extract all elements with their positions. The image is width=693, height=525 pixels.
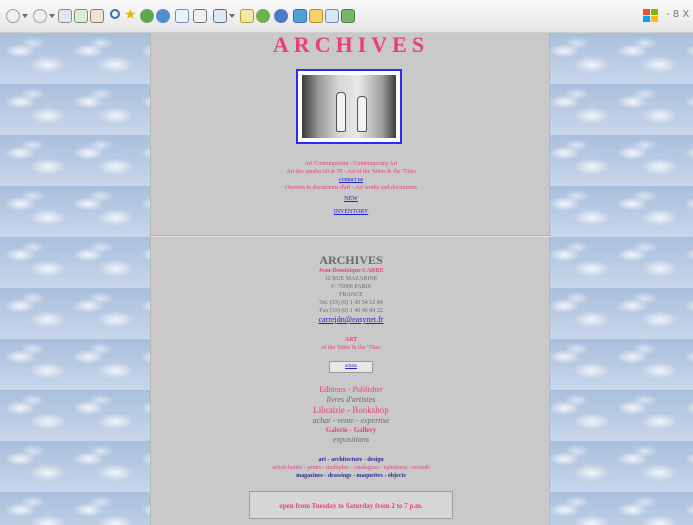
mail-icon[interactable] bbox=[175, 9, 189, 23]
contact-link-wrap: contact us bbox=[151, 176, 551, 184]
artwork-photo bbox=[302, 75, 396, 138]
forward-icon[interactable] bbox=[33, 9, 47, 23]
photo-link[interactable] bbox=[296, 69, 402, 144]
categories-line3: magazines - drawings - maquettes - objec… bbox=[296, 473, 406, 479]
browser-toolbar: ★ - 8 X bbox=[0, 0, 693, 33]
opening-hours: open from Tuesday to Saturday from 2 to … bbox=[249, 491, 453, 519]
inventory-link[interactable]: INVENTORY bbox=[334, 209, 369, 215]
home-icon[interactable] bbox=[90, 9, 104, 23]
section-divider-highlight bbox=[151, 236, 551, 237]
stop-icon[interactable] bbox=[58, 9, 72, 23]
windows-logo-icon bbox=[643, 9, 659, 23]
address-name: ARCHIVES bbox=[319, 253, 383, 267]
page-background: ARCHIVES Art Contemporain - Contemporary… bbox=[0, 32, 693, 525]
tool-icon[interactable] bbox=[293, 9, 307, 23]
address-tel: Tel. (33) (0) 1 43 54 12 84 bbox=[319, 300, 383, 306]
new-link-wrap: NEW bbox=[151, 195, 551, 203]
address-street: 12 RUE MAZARINE bbox=[324, 276, 378, 282]
back-icon[interactable] bbox=[6, 9, 20, 23]
editions-sub: livres d'artistes bbox=[326, 395, 376, 404]
user-icon[interactable] bbox=[341, 9, 355, 23]
window-controls[interactable]: - 8 X bbox=[666, 9, 689, 20]
site-title: ARCHIVES bbox=[272, 32, 430, 57]
categories-line2: artists books - prints - multiples - cat… bbox=[272, 465, 430, 471]
address-country: FRANCE bbox=[339, 292, 363, 298]
search-icon[interactable] bbox=[110, 9, 120, 19]
figure-right bbox=[357, 96, 367, 132]
email-link-wrap: carrejdn@easynet.fr bbox=[151, 315, 551, 325]
contact-link[interactable]: contact us bbox=[339, 177, 363, 183]
art-sub: of the '60ies & the '70ies bbox=[321, 345, 381, 351]
address-city: F- 75006 PARIS bbox=[331, 284, 371, 290]
history-icon[interactable] bbox=[156, 9, 170, 23]
galerie-sub: expositions bbox=[333, 435, 369, 444]
artists-link[interactable]: artists bbox=[345, 364, 357, 369]
new-link[interactable]: NEW bbox=[344, 196, 358, 202]
address-person: Jean-Dominique CARRE bbox=[318, 268, 384, 274]
messenger-icon[interactable] bbox=[256, 9, 270, 23]
media-icon[interactable] bbox=[140, 9, 154, 23]
editions-link[interactable]: Editions - Publisher bbox=[151, 385, 551, 395]
address-fax: Fax (33) (0) 1 40 46 84 22 bbox=[319, 308, 383, 314]
inventory-link-wrap: INVENTORY bbox=[151, 208, 551, 216]
copy-icon[interactable] bbox=[325, 9, 339, 23]
librairie-link[interactable]: Librairie - Bookshop bbox=[151, 405, 551, 416]
librairie-sub: achat - vente - expertise bbox=[312, 416, 390, 425]
refresh-icon[interactable] bbox=[74, 9, 88, 23]
categories-line1: art - architecture - design bbox=[318, 457, 384, 463]
edit-dropdown-icon[interactable] bbox=[229, 14, 235, 18]
intro-line1: Art Contemporain - Contemporary Art bbox=[304, 161, 398, 167]
figure-left bbox=[336, 92, 346, 132]
galerie-link[interactable]: Galerie - Gallery bbox=[151, 426, 551, 435]
intro-line3: Oeuvres et documents d'art - Art works a… bbox=[285, 185, 417, 191]
edit-icon[interactable] bbox=[213, 9, 227, 23]
forward-dropdown-icon[interactable] bbox=[49, 14, 55, 18]
artists-button[interactable]: artists bbox=[329, 361, 373, 373]
favorites-icon[interactable]: ★ bbox=[124, 9, 138, 23]
research-icon[interactable] bbox=[274, 9, 288, 23]
discuss-icon[interactable] bbox=[240, 9, 254, 23]
print-icon[interactable] bbox=[193, 9, 207, 23]
art-heading: ART bbox=[344, 337, 358, 343]
email-link[interactable]: carrejdn@easynet.fr bbox=[319, 315, 384, 324]
intro-line2: Art des années 60 et 70 - Art of the '60… bbox=[286, 169, 416, 175]
folder-icon[interactable] bbox=[309, 9, 323, 23]
back-dropdown-icon[interactable] bbox=[22, 14, 28, 18]
content-column: ARCHIVES Art Contemporain - Contemporary… bbox=[150, 32, 551, 525]
